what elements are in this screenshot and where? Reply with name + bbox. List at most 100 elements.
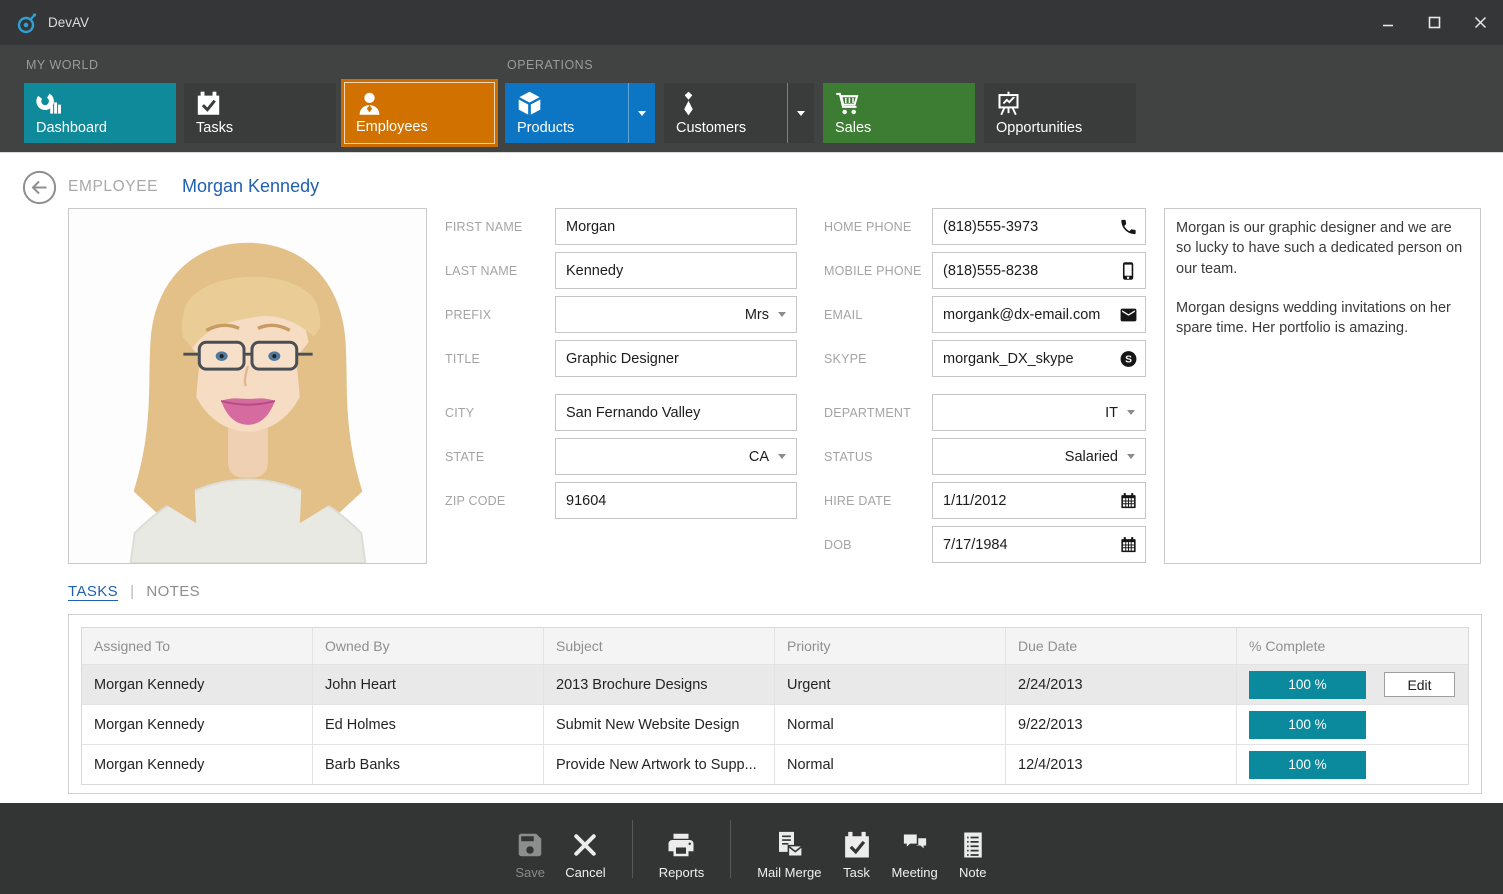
tile-customers[interactable]: Customers: [664, 83, 814, 143]
column-header[interactable]: Owned By: [313, 628, 544, 664]
task-icon: [842, 830, 872, 860]
products-dropdown-arrow[interactable]: [628, 83, 655, 143]
dob-field[interactable]: 7/17/1984: [932, 526, 1146, 563]
email-icon: [1119, 305, 1138, 324]
cancel-icon: [570, 830, 600, 860]
department-dropdown[interactable]: IT: [932, 394, 1146, 431]
mail-merge-icon: [774, 830, 804, 860]
field-value: 1/11/2012: [943, 493, 1006, 509]
reports-icon: [666, 830, 696, 860]
tile-dashboard[interactable]: Dashboard: [24, 83, 176, 143]
last-name-field[interactable]: Kennedy: [555, 252, 797, 289]
zip-code-field[interactable]: 91604: [555, 482, 797, 519]
mail-merge-button[interactable]: Mail Merge: [757, 818, 821, 880]
tile-label: Customers: [676, 120, 746, 136]
cell-owned-by: Barb Banks: [313, 745, 544, 784]
field-value: CA: [749, 449, 778, 465]
calendar-icon: [1119, 535, 1138, 554]
cancel-button[interactable]: Cancel: [565, 818, 605, 880]
column-header[interactable]: Assigned To: [82, 628, 313, 664]
meeting-icon: [900, 830, 930, 860]
field-value: (818)555-3973: [943, 219, 1038, 235]
new-meeting-button[interactable]: Meeting: [892, 818, 938, 880]
field-value: 7/17/1984: [943, 537, 1008, 553]
cell-subject: Provide New Artwork to Supp...: [544, 745, 775, 784]
back-button[interactable]: [22, 170, 57, 205]
column-header[interactable]: Priority: [775, 628, 1006, 664]
close-button[interactable]: [1457, 0, 1503, 45]
tile-sales[interactable]: Sales: [823, 83, 975, 143]
field-label: DOB: [824, 538, 932, 552]
form-column-left: FIRST NAME Morgan LAST NAME Kennedy PREF…: [445, 208, 797, 526]
chevron-down-icon: [778, 454, 786, 459]
edit-button[interactable]: Edit: [1384, 672, 1455, 697]
tab-separator: |: [130, 583, 134, 600]
state-dropdown[interactable]: CA: [555, 438, 797, 475]
chevron-down-icon: [797, 111, 805, 116]
tile-opportunities[interactable]: Opportunities: [984, 83, 1136, 143]
field-label: EMAIL: [824, 308, 932, 322]
field-value: Kennedy: [566, 263, 623, 279]
minimize-button[interactable]: [1365, 0, 1411, 45]
progress-bar: 100 %: [1249, 671, 1366, 699]
toolbar-label: Save: [515, 865, 545, 880]
mobile-phone-field[interactable]: (818)555-8238: [932, 252, 1146, 289]
save-button[interactable]: Save: [515, 818, 545, 880]
window-title: DevAV: [48, 15, 89, 30]
close-icon: [1474, 16, 1487, 29]
notes-paragraph: Morgan is our graphic designer and we ar…: [1176, 218, 1469, 279]
employee-notes-memo[interactable]: Morgan is our graphic designer and we ar…: [1164, 208, 1481, 564]
customers-icon: [675, 90, 702, 117]
hire-date-field[interactable]: 1/11/2012: [932, 482, 1146, 519]
column-header[interactable]: Due Date: [1006, 628, 1237, 664]
tile-label: Opportunities: [996, 120, 1082, 136]
tab-notes[interactable]: NOTES: [146, 583, 200, 600]
dashboard-icon: [35, 90, 62, 117]
group-label-operations: OPERATIONS: [507, 58, 593, 72]
maximize-button[interactable]: [1411, 0, 1457, 45]
calendar-icon: [1119, 491, 1138, 510]
field-value: Morgan: [566, 219, 615, 235]
employees-icon: [356, 90, 383, 117]
mobile-phone-icon: [1119, 261, 1138, 280]
tile-label: Tasks: [196, 120, 233, 136]
field-label: HIRE DATE: [824, 494, 932, 508]
skype-field[interactable]: morgank_DX_skype S: [932, 340, 1146, 377]
cell-owned-by: Ed Holmes: [313, 705, 544, 744]
city-field[interactable]: San Fernando Valley: [555, 394, 797, 431]
toolbar-label: Task: [843, 865, 870, 880]
column-header[interactable]: % Complete: [1237, 628, 1468, 664]
field-value: morgank@dx-email.com: [943, 307, 1100, 323]
tile-employees-selected[interactable]: Employees: [341, 79, 498, 147]
column-header[interactable]: Subject: [544, 628, 775, 664]
new-task-button[interactable]: Task: [842, 818, 872, 880]
page-title: Morgan Kennedy: [182, 176, 319, 197]
tab-tasks[interactable]: TASKS: [68, 583, 118, 600]
tile-tasks[interactable]: Tasks: [184, 83, 336, 143]
table-row[interactable]: Morgan Kennedy John Heart 2013 Brochure …: [82, 664, 1468, 704]
reports-button[interactable]: Reports: [659, 818, 705, 880]
cell-complete: 100 %: [1237, 745, 1468, 784]
table-row[interactable]: Morgan Kennedy Ed Holmes Submit New Webs…: [82, 704, 1468, 744]
tile-label: Employees: [356, 119, 428, 135]
home-phone-field[interactable]: (818)555-3973: [932, 208, 1146, 245]
cell-assigned-to: Morgan Kennedy: [82, 665, 313, 704]
customers-dropdown-arrow[interactable]: [787, 83, 814, 143]
chevron-down-icon: [1127, 454, 1135, 459]
first-name-field[interactable]: Morgan: [555, 208, 797, 245]
progress-bar: 100 %: [1249, 711, 1366, 739]
table-row[interactable]: Morgan Kennedy Barb Banks Provide New Ar…: [82, 744, 1468, 784]
cell-due-date: 9/22/2013: [1006, 705, 1237, 744]
title-field[interactable]: Graphic Designer: [555, 340, 797, 377]
field-value: Salaried: [1065, 449, 1127, 465]
email-field[interactable]: morgank@dx-email.com: [932, 296, 1146, 333]
tile-products[interactable]: Products: [505, 83, 655, 143]
status-dropdown[interactable]: Salaried: [932, 438, 1146, 475]
employee-detail-view: EMPLOYEE Morgan Kennedy: [0, 152, 1503, 803]
chevron-down-icon: [778, 312, 786, 317]
new-note-button[interactable]: Note: [958, 818, 988, 880]
chevron-down-icon: [638, 111, 646, 116]
field-value: (818)555-8238: [943, 263, 1038, 279]
field-label: TITLE: [445, 352, 555, 366]
prefix-dropdown[interactable]: Mrs: [555, 296, 797, 333]
